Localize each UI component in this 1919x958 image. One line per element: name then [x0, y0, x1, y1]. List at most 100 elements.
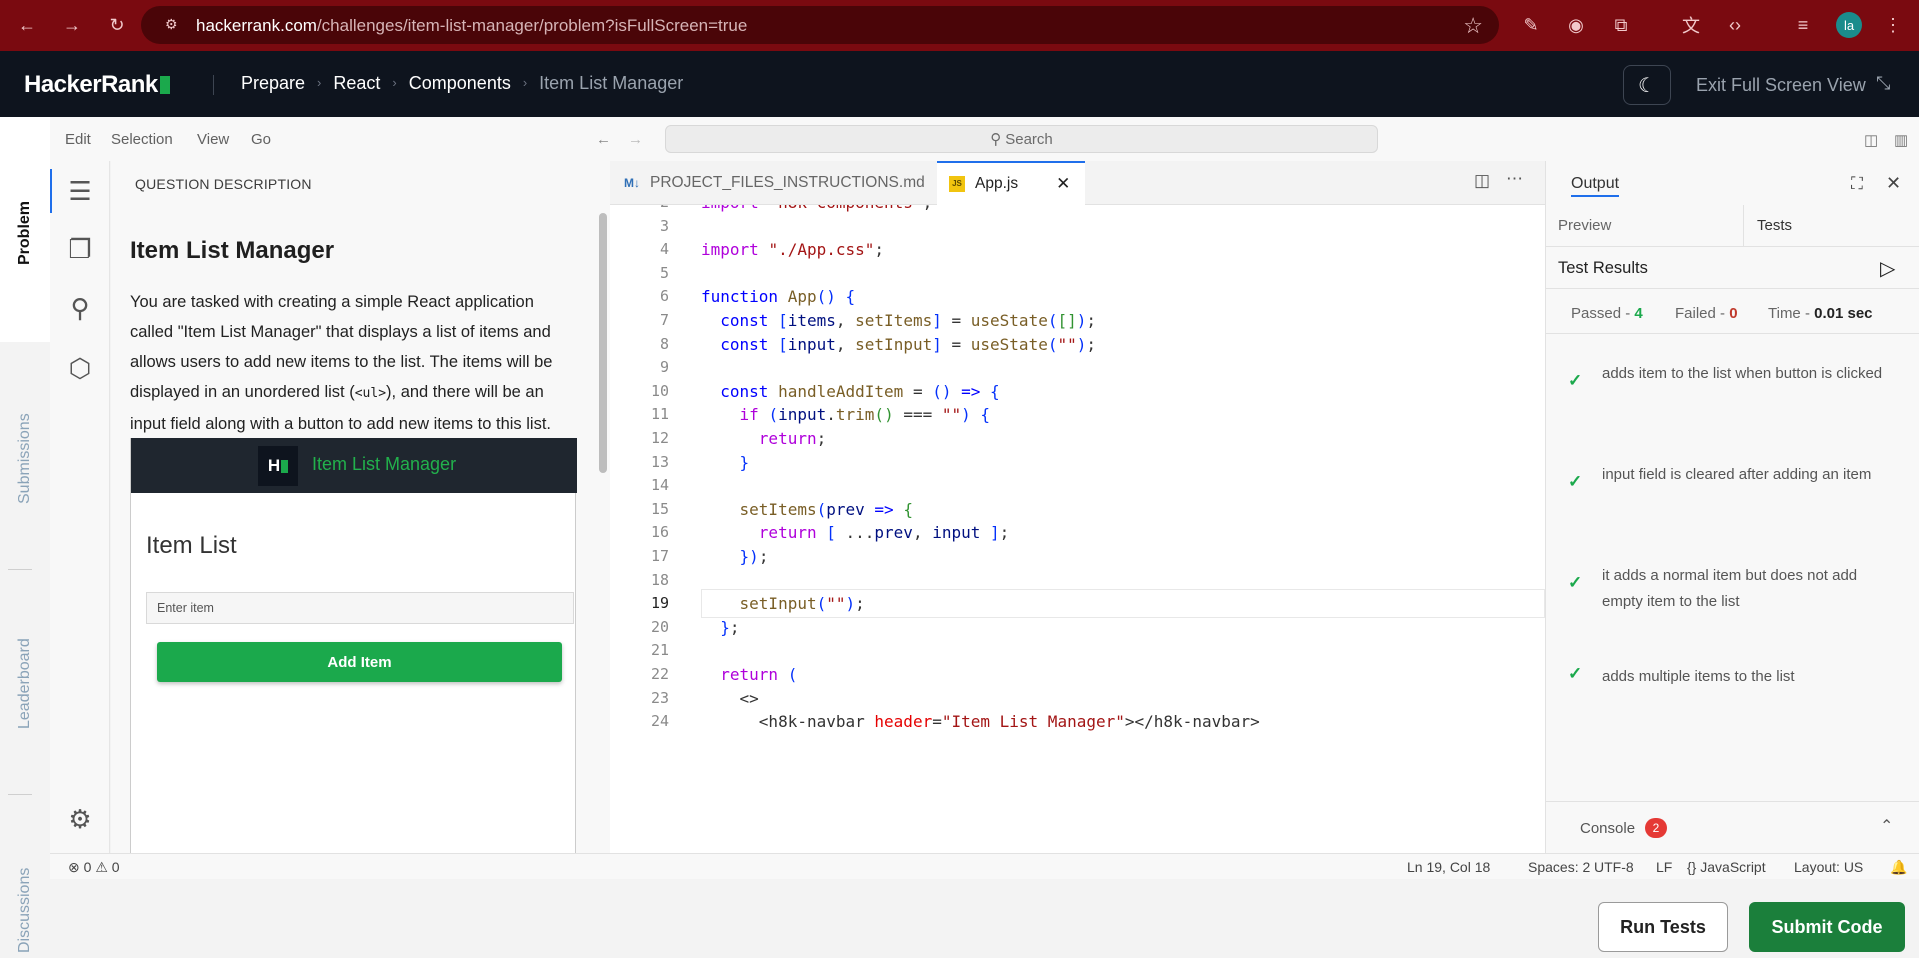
menu-go[interactable]: Go — [251, 131, 271, 148]
search-icon[interactable]: ⚲ — [62, 290, 98, 326]
search-placeholder: Search — [1005, 130, 1053, 148]
tab-leaderboard[interactable]: Leaderboard — [16, 638, 34, 729]
preview-list-title: Item List — [146, 532, 237, 559]
url-path: /challenges/item-list-manager/problem?is… — [316, 16, 748, 35]
time-elapsed: Time - 0.01 sec — [1768, 305, 1873, 322]
translate-icon[interactable]: 文 — [1678, 12, 1704, 38]
tab-app-js[interactable]: JS App.js ✕ — [937, 161, 1085, 205]
extension-face-icon[interactable]: ◉ — [1563, 12, 1589, 38]
code-text[interactable]: <h8k-navbar header="Item List Manager"><… — [701, 707, 1260, 736]
chevron-up-icon[interactable]: ⌃ — [1880, 816, 1893, 836]
breadcrumb-react[interactable]: React — [333, 73, 380, 94]
eyedropper-icon[interactable]: ✎ — [1518, 12, 1544, 38]
tab-problem-label: Problem — [16, 200, 33, 265]
breadcrumb-prepare[interactable]: Prepare — [241, 73, 305, 94]
back-icon[interactable]: ← — [14, 12, 40, 38]
check-icon: ✓ — [1568, 472, 1583, 491]
language-mode[interactable]: {} JavaScript — [1687, 859, 1766, 875]
collapse-icon[interactable]: ⤡ — [1876, 73, 1890, 94]
tab-divider — [8, 569, 32, 570]
activity-bar: ☰ ❐ ⚲ ⬡ ⚙ — [50, 161, 110, 853]
error-icon: ⊗ — [68, 859, 80, 875]
output-title[interactable]: Output — [1571, 175, 1620, 197]
bell-icon[interactable]: 🔔 — [1890, 859, 1907, 876]
nav-back-icon[interactable]: ← — [596, 131, 611, 148]
browser-menu-icon[interactable]: ⋮ — [1880, 12, 1906, 38]
package-icon[interactable]: ⬡ — [62, 350, 98, 386]
sidebar-toggle-icon[interactable]: ▥ — [1894, 131, 1908, 149]
passed-count: Passed - 4 — [1571, 305, 1643, 322]
code-icon[interactable]: ‹› — [1722, 12, 1748, 38]
media-icon[interactable]: ≡ — [1790, 12, 1816, 38]
output-panel: Output ⛶ ✕ Preview Tests Test Results ▷ … — [1545, 161, 1919, 853]
console-toggle[interactable]: Console 2 ⌃ — [1546, 801, 1919, 853]
run-tests-button[interactable]: Run Tests — [1598, 902, 1728, 952]
breadcrumb-current: Item List Manager — [539, 73, 684, 93]
editor-tab-bar: M↓ PROJECT_FILES_INSTRUCTIONS.md JS App.js… — [610, 161, 1545, 205]
status-bar: ⊗ 0 ⚠ 0 Ln 19, Col 18 Spaces: 2 UTF-8 LF… — [50, 853, 1919, 879]
console-label: Console — [1580, 820, 1636, 837]
problems-indicator[interactable]: ⊗ 0 ⚠ 0 — [68, 859, 120, 876]
tab-tests[interactable]: Tests — [1757, 217, 1792, 234]
maximize-icon[interactable]: ⛶ — [1851, 174, 1863, 194]
hackerrank-logo[interactable]: HackerRank — [24, 71, 170, 99]
split-editor-icon[interactable]: ◫ — [1474, 171, 1490, 191]
question-description: You are tasked with creating a simple Re… — [130, 293, 553, 433]
indentation[interactable]: Spaces: 2 — [1528, 859, 1590, 875]
line-ending[interactable]: LF — [1656, 859, 1672, 875]
tab-submissions[interactable]: Submissions — [16, 413, 34, 504]
layout-toggle-icon[interactable]: ◫ — [1864, 131, 1878, 149]
run-icon[interactable]: ▷ — [1880, 256, 1895, 281]
close-icon[interactable]: ✕ — [1886, 173, 1901, 194]
menu-view[interactable]: View — [197, 131, 229, 148]
tab-label: PROJECT_FILES_INSTRUCTIONS.md — [650, 174, 925, 191]
code-editor[interactable]: 2import "h8k-components";34import "./App… — [610, 205, 1545, 853]
more-actions-icon[interactable]: ⋯ — [1506, 169, 1523, 189]
vertical-tab-bar: Problem Submissions Leaderboard Discussi… — [0, 117, 50, 958]
failed-count: Failed - 0 — [1675, 305, 1738, 322]
menu-selection[interactable]: Selection — [111, 131, 173, 148]
keyboard-layout[interactable]: Layout: US — [1794, 859, 1863, 875]
url-host: hackerrank.com — [196, 16, 317, 35]
question-scrollbar[interactable] — [599, 213, 607, 473]
profile-avatar[interactable]: la — [1836, 12, 1862, 38]
check-icon: ✓ — [1568, 664, 1583, 683]
braces-icon: {} — [1687, 859, 1697, 875]
test-summary: Passed - 4 Failed - 0 Time - 0.01 sec — [1546, 288, 1919, 334]
cursor-position[interactable]: Ln 19, Col 18 — [1407, 859, 1490, 875]
browser-toolbar: ← → ↻ ⚙ hackerrank.com/challenges/item-l… — [0, 0, 1919, 51]
extensions-icon[interactable]: ⧉ — [1608, 12, 1634, 38]
chevron-right-icon: › — [522, 75, 528, 90]
address-bar[interactable]: ⚙ hackerrank.com/challenges/item-list-ma… — [141, 6, 1499, 44]
dark-mode-toggle[interactable]: ☾ — [1623, 65, 1671, 105]
breadcrumb: Prepare › React › Components › Item List Manag… — [241, 73, 683, 94]
submit-code-button[interactable]: Submit Code — [1749, 902, 1905, 952]
forward-icon[interactable]: → — [59, 12, 85, 38]
tab-discussions[interactable]: Discussions — [16, 868, 34, 953]
breadcrumb-components[interactable]: Components — [409, 73, 511, 94]
gear-icon[interactable]: ⚙ — [62, 801, 98, 837]
preview-item-input: Enter item — [146, 592, 574, 624]
site-info-icon[interactable]: ⚙ — [165, 16, 183, 34]
inline-code: <ul> — [354, 386, 387, 401]
test-result-item: ✓ it adds a normal item but does not add … — [1568, 567, 1858, 610]
chevron-right-icon: › — [392, 75, 397, 90]
nav-forward-icon[interactable]: → — [628, 131, 643, 148]
description-icon[interactable]: ☰ — [62, 173, 98, 209]
search-icon: ⚲ — [990, 131, 1002, 148]
tab-divider — [8, 794, 32, 795]
exit-fullscreen-link[interactable]: Exit Full Screen View — [1696, 75, 1866, 96]
command-search-input[interactable]: ⚲ Search — [665, 125, 1378, 153]
encoding[interactable]: UTF-8 — [1594, 859, 1634, 875]
menu-edit[interactable]: Edit — [65, 131, 91, 148]
bookmark-star-icon[interactable]: ☆ — [1463, 13, 1483, 39]
check-icon: ✓ — [1568, 573, 1583, 592]
code-line[interactable]: 24 <h8k-navbar header="Item List Manager… — [610, 707, 1545, 736]
active-indicator — [50, 169, 52, 213]
files-icon[interactable]: ❐ — [62, 231, 98, 267]
reload-icon[interactable]: ↻ — [104, 12, 130, 38]
tab-problem[interactable]: Problem — [0, 117, 50, 342]
close-icon[interactable]: ✕ — [1056, 174, 1070, 194]
tab-instructions-md[interactable]: M↓ PROJECT_FILES_INSTRUCTIONS.md — [610, 161, 925, 205]
tab-preview[interactable]: Preview — [1558, 217, 1611, 234]
